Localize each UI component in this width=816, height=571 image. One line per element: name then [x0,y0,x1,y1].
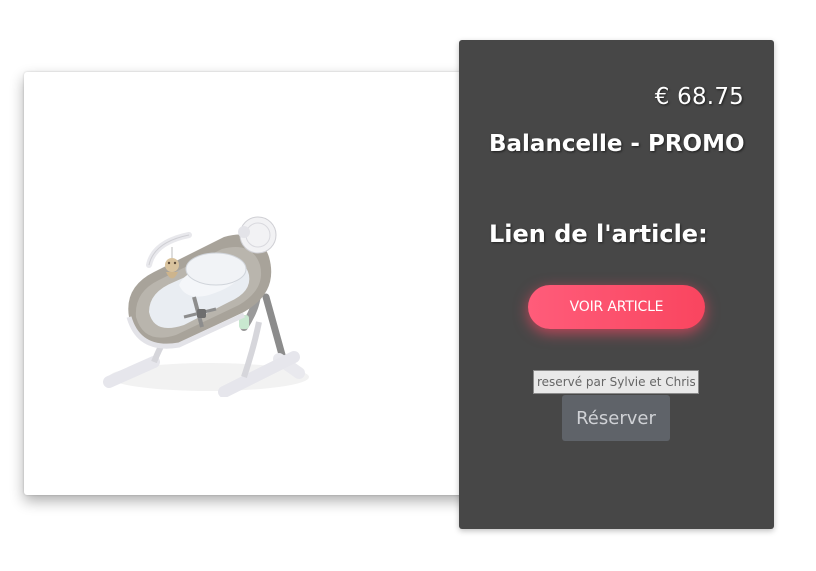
baby-swing-image [103,216,309,397]
page: € 68.75 Balancelle - PROMO Lien de l'art… [0,0,816,571]
product-info-panel: € 68.75 Balancelle - PROMO Lien de l'art… [459,40,774,529]
reservation-name-input[interactable] [533,370,699,394]
product-price: € 68.75 [654,84,744,110]
link-heading: Lien de l'article: [489,220,708,248]
product-title: Balancelle - PROMO [489,131,745,157]
reserve-button[interactable]: Réserver [562,395,670,441]
voir-article-button[interactable]: VOIR ARTICLE [528,285,705,329]
product-image-card [24,72,474,495]
